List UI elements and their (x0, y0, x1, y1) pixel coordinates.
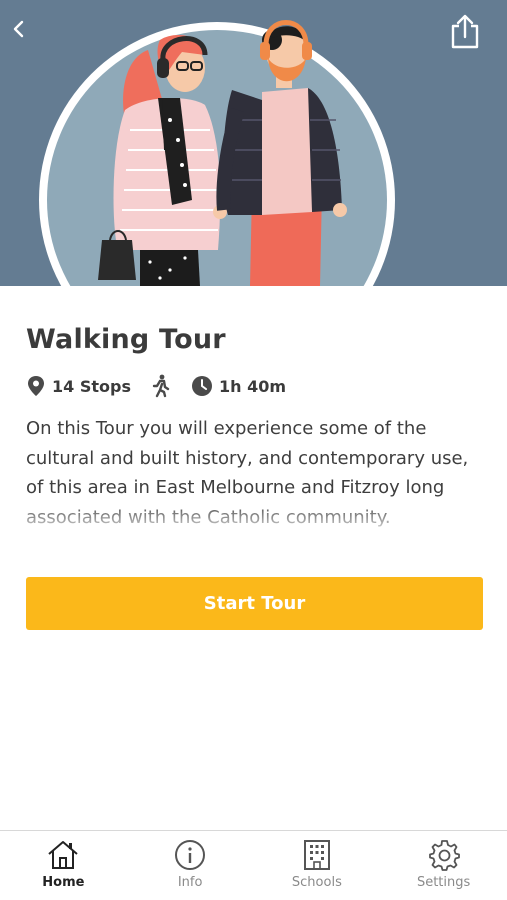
stops-count: 14 Stops (52, 376, 131, 396)
bottom-tab-bar: Home Info Schools Settings (0, 830, 507, 900)
walking-info (151, 374, 171, 398)
home-icon (48, 841, 79, 869)
description-fade (26, 502, 486, 532)
tour-details: Walking Tour 14 Stops 1h 40m On this Tou… (26, 286, 486, 532)
share-icon (451, 14, 479, 49)
gear-icon (428, 840, 460, 871)
map-pin-icon (28, 376, 44, 396)
duration-info: 1h 40m (191, 375, 286, 397)
duration-text: 1h 40m (218, 376, 287, 396)
tour-meta: 14 Stops 1h 40m (26, 372, 483, 400)
tab-label-schools: Schools (291, 875, 342, 890)
walking-person-icon (152, 374, 170, 398)
info-icon (175, 840, 206, 870)
description-block: On this Tour you will experience some of… (26, 414, 486, 532)
page-title: Walking Tour (26, 324, 226, 355)
hero-banner (0, 0, 507, 286)
clock-icon (191, 376, 212, 396)
tab-label-home: Home (42, 875, 85, 890)
tab-label-info: Info (177, 875, 203, 890)
building-icon (303, 840, 330, 870)
tab-home[interactable]: Home (0, 831, 127, 900)
back-button[interactable] (12, 20, 42, 50)
tab-label-settings: Settings (416, 875, 471, 890)
chevron-left-icon (13, 20, 24, 38)
tab-settings[interactable]: Settings (380, 831, 507, 900)
tab-schools[interactable]: Schools (254, 831, 381, 900)
share-button[interactable] (449, 14, 485, 52)
couple-illustration (39, 20, 395, 286)
tab-info[interactable]: Info (127, 831, 254, 900)
stops-info: 14 Stops (26, 375, 131, 397)
start-tour-button[interactable]: Start Tour (26, 577, 483, 630)
